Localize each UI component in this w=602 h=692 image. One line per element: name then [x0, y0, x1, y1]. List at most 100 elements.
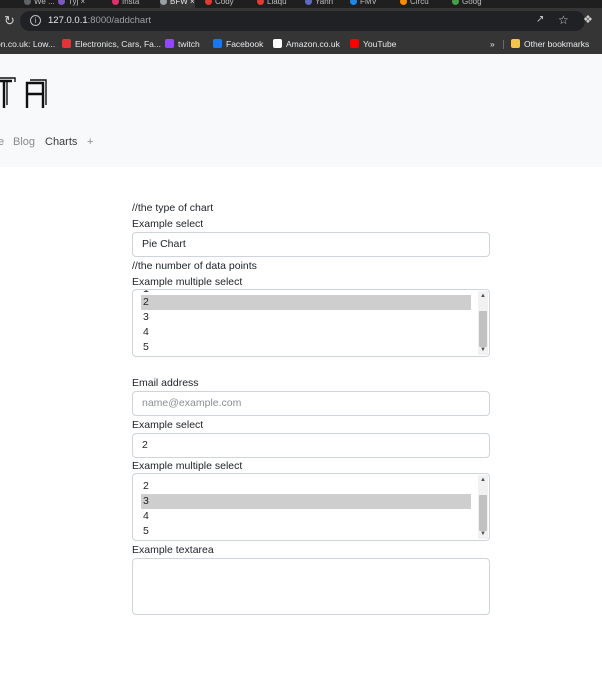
bookmark-item[interactable]: Facebook — [213, 37, 263, 51]
reload-icon[interactable]: ↻ — [4, 13, 18, 29]
nav-item-add[interactable]: + — [87, 136, 93, 148]
email-label: Email address — [132, 377, 199, 389]
scroll-down-arrow-icon[interactable]: ▼ — [478, 345, 488, 355]
scroll-up-arrow-icon[interactable]: ▲ — [478, 475, 488, 485]
list-option[interactable]: 4 — [141, 509, 471, 524]
multi2-label: Example multiple select — [132, 460, 243, 472]
site-logo[interactable] — [0, 74, 54, 114]
listbox-scrollbar[interactable]: ▲ ▼ — [478, 291, 488, 355]
scroll-down-arrow-icon[interactable]: ▼ — [478, 529, 488, 539]
tab-favicon-icon — [24, 0, 31, 6]
chart-type-comment: //the type of chart — [132, 202, 214, 214]
twitch-icon — [165, 39, 174, 48]
browser-tab[interactable]: BFW × — [160, 0, 195, 8]
tab-favicon-icon — [58, 0, 65, 6]
bookmark-item[interactable]: twitch — [165, 37, 200, 51]
browser-tab[interactable]: We ... — [24, 0, 55, 8]
facebook-icon — [213, 39, 222, 48]
folder-icon — [511, 39, 520, 48]
listbox-scrollbar[interactable]: ▲ ▼ — [478, 475, 488, 539]
browser-tab[interactable]: Cody — [205, 0, 234, 8]
example-textarea[interactable] — [132, 558, 490, 615]
nav-item-blog[interactable]: Blog — [13, 136, 35, 148]
bookmarks-overflow-button[interactable]: » — [490, 37, 495, 51]
chart-type-select[interactable]: Pie Chart — [132, 232, 490, 257]
other-bookmarks-button[interactable]: Other bookmarks — [511, 37, 589, 51]
nav-item-home[interactable]: e — [0, 136, 4, 148]
url-text[interactable]: 127.0.0.1:8000/addchart — [48, 14, 151, 28]
bookmark-label: Amazon.co.uk — [286, 39, 340, 49]
youtube-icon — [350, 39, 359, 48]
bookmark-label: on.co.uk: Low... — [0, 39, 56, 49]
tab-strip: We ... Tyj × Insta BFW × Cody Liaqu Yahn FMV Cir… — [0, 0, 602, 8]
bookmark-label: Electronics, Cars, Fa... — [75, 39, 161, 49]
tab-label: Liaqu — [267, 0, 287, 6]
extensions-puzzle-icon[interactable]: ❖ — [583, 13, 593, 26]
textarea-label: Example textarea — [132, 544, 214, 556]
browser-tab[interactable]: Insta — [112, 0, 139, 8]
tab-label: Yahn — [315, 0, 334, 6]
url-path: :8000/addchart — [87, 15, 152, 26]
share-icon[interactable]: ↗ — [536, 14, 544, 25]
list-option-selected[interactable]: 2 — [141, 295, 471, 310]
list-option[interactable]: 5 — [141, 524, 471, 539]
list-option[interactable]: 2 — [141, 479, 471, 494]
tab-favicon-icon — [257, 0, 264, 6]
list-option[interactable]: 5 — [141, 340, 471, 355]
data-points-comment: //the number of data points — [132, 260, 257, 272]
tab-favicon-icon — [112, 0, 119, 6]
bookmark-label: Facebook — [226, 39, 264, 49]
scroll-thumb[interactable] — [479, 311, 487, 347]
bookmark-item[interactable]: Electronics, Cars, Fa... — [62, 37, 161, 51]
tab-label: Circu — [410, 0, 429, 6]
address-bar[interactable]: i 127.0.0.1:8000/addchart ↗ ☆ — [20, 11, 585, 31]
tab-label: Cody — [215, 0, 234, 6]
tab-favicon-icon — [400, 0, 407, 6]
ebay-icon — [62, 39, 71, 48]
nav-item-charts[interactable]: Charts — [45, 136, 77, 148]
list-option[interactable]: 3 — [141, 310, 471, 325]
tab-label: BFW × — [170, 0, 195, 6]
list-option[interactable]: 4 — [141, 325, 471, 340]
tab-label: Goog — [462, 0, 482, 6]
data-points-multiselect[interactable]: 1 2 3 4 5 ▲ ▼ — [132, 289, 490, 357]
example-multiselect[interactable]: 2 3 4 5 ▲ ▼ — [132, 473, 490, 541]
scroll-thumb[interactable] — [479, 495, 487, 531]
browser-tab[interactable]: FMV — [350, 0, 377, 8]
browser-toolbar: ↻ i 127.0.0.1:8000/addchart ↗ ☆ ❖ — [0, 8, 602, 34]
tab-favicon-icon — [205, 0, 212, 6]
tab-label: Tyj × — [68, 0, 86, 6]
url-host: 127.0.0.1 — [48, 15, 88, 26]
browser-tab[interactable]: Goog — [452, 0, 482, 8]
bookmark-label: twitch — [178, 39, 200, 49]
browser-tab[interactable]: Yahn — [305, 0, 333, 8]
tab-label: Insta — [122, 0, 140, 6]
other-bookmarks-label: Other bookmarks — [524, 39, 590, 49]
browser-tab[interactable]: Tyj × — [58, 0, 85, 8]
tab-label: FMV — [360, 0, 377, 6]
bookmarks-bar: » Other bookmarks on.co.uk: Low... Electr… — [0, 34, 602, 54]
bookmark-star-icon[interactable]: ☆ — [558, 13, 569, 27]
site-info-icon[interactable]: i — [30, 15, 41, 26]
bookmark-label: YouTube — [363, 39, 397, 49]
bookmark-item[interactable]: on.co.uk: Low... — [0, 37, 55, 51]
bookmark-item[interactable]: Amazon.co.uk — [273, 37, 340, 51]
list-option-selected[interactable]: 3 — [141, 494, 471, 509]
chart-type-label: Example select — [132, 218, 204, 230]
bookmarks-divider — [503, 40, 504, 49]
amazon-icon — [273, 39, 282, 48]
select2-label: Example select — [132, 419, 204, 431]
browser-tab[interactable]: Circu — [400, 0, 429, 8]
bookmark-item[interactable]: YouTube — [350, 37, 396, 51]
tab-favicon-icon — [305, 0, 312, 6]
scroll-up-arrow-icon[interactable]: ▲ — [478, 291, 488, 301]
example-select[interactable]: 2 — [132, 433, 490, 458]
tab-favicon-icon — [160, 0, 167, 6]
site-header: e Blog Charts + — [0, 54, 602, 167]
browser-tab[interactable]: Liaqu — [257, 0, 287, 8]
tab-favicon-icon — [350, 0, 357, 6]
tab-label: We ... — [34, 0, 55, 6]
tab-favicon-icon — [452, 0, 459, 6]
email-field[interactable]: name@example.com — [132, 391, 490, 416]
data-points-label: Example multiple select — [132, 276, 243, 288]
